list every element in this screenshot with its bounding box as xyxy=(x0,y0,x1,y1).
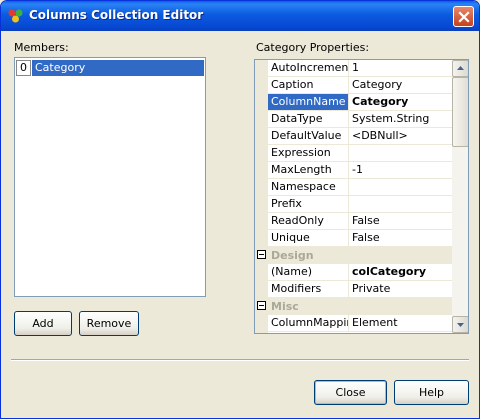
property-row-defaultvalue[interactable]: DefaultValue <DBNull> xyxy=(255,128,452,145)
property-row-datatype[interactable]: DataType System.String xyxy=(255,111,452,128)
columns-collection-editor-dialog: Columns Collection Editor Members: 0 Cat… xyxy=(0,0,480,419)
property-grid[interactable]: AutoIncrement 1 Caption Category ColumnN… xyxy=(254,59,469,334)
category-label: Misc xyxy=(271,300,299,313)
add-button[interactable]: Add xyxy=(14,311,72,336)
category-label: Design xyxy=(271,249,314,262)
scroll-thumb[interactable] xyxy=(452,77,468,147)
member-index: 0 xyxy=(16,60,31,76)
property-value[interactable]: Category xyxy=(349,94,452,111)
collapse-icon[interactable] xyxy=(257,250,266,259)
property-value[interactable]: Private xyxy=(349,281,452,298)
property-value[interactable]: -1 xyxy=(349,162,452,179)
property-value[interactable]: Element xyxy=(349,315,452,332)
property-name: Caption xyxy=(268,77,349,94)
property-value[interactable] xyxy=(349,179,452,196)
property-row-unique[interactable]: Unique False xyxy=(255,230,452,247)
scroll-down-button[interactable] xyxy=(452,316,468,333)
property-name: (Name) xyxy=(268,264,349,281)
property-value[interactable]: colCategory xyxy=(349,264,452,281)
property-name: DataType xyxy=(268,111,349,128)
arrow-down-icon xyxy=(457,323,464,327)
property-name: Namespace xyxy=(268,179,349,196)
property-value[interactable]: 1 xyxy=(349,60,452,77)
remove-button[interactable]: Remove xyxy=(79,311,139,336)
property-row-columnmapping[interactable]: ColumnMappin Element xyxy=(255,315,452,332)
arrow-up-icon xyxy=(457,66,464,70)
collapse-icon[interactable] xyxy=(257,301,266,310)
divider xyxy=(11,359,469,361)
property-grid-scrollbar[interactable] xyxy=(452,60,468,333)
members-list[interactable]: 0 Category xyxy=(14,57,206,297)
category-misc[interactable]: Misc xyxy=(255,298,452,315)
properties-label: Category Properties: xyxy=(256,41,370,54)
close-button[interactable]: Close xyxy=(314,380,387,405)
property-name: Prefix xyxy=(268,196,349,213)
property-value[interactable]: <DBNull> xyxy=(349,128,452,145)
property-value[interactable] xyxy=(349,196,452,213)
close-window-button[interactable] xyxy=(453,6,474,27)
property-row-namespace[interactable]: Namespace xyxy=(255,179,452,196)
property-row-maxlength[interactable]: MaxLength -1 xyxy=(255,162,452,179)
property-row-expression[interactable]: Expression xyxy=(255,145,452,162)
help-button[interactable]: Help xyxy=(394,380,469,405)
list-item[interactable]: 0 Category xyxy=(16,60,204,76)
dataset-app-icon xyxy=(7,8,25,24)
window-title: Columns Collection Editor xyxy=(29,8,204,22)
scroll-up-button[interactable] xyxy=(452,60,468,77)
property-name: Modifiers xyxy=(268,281,349,298)
close-icon xyxy=(458,11,470,23)
property-value[interactable]: False xyxy=(349,230,452,247)
property-value[interactable]: Category xyxy=(349,77,452,94)
property-name: AutoIncrement xyxy=(268,60,349,77)
category-design[interactable]: Design xyxy=(255,247,452,264)
property-row-prefix[interactable]: Prefix xyxy=(255,196,452,213)
member-name: Category xyxy=(32,60,204,76)
property-name: ColumnMappin xyxy=(268,315,349,332)
property-row-readonly[interactable]: ReadOnly False xyxy=(255,213,452,230)
property-row-name[interactable]: (Name) colCategory xyxy=(255,264,452,281)
property-name: ReadOnly xyxy=(268,213,349,230)
members-label: Members: xyxy=(14,41,69,54)
property-name: DefaultValue xyxy=(268,128,349,145)
property-row-columnname[interactable]: ColumnName Category xyxy=(255,94,452,111)
property-value[interactable]: System.String xyxy=(349,111,452,128)
property-row-caption[interactable]: Caption Category xyxy=(255,77,452,94)
property-name: ColumnName xyxy=(268,94,349,111)
property-value[interactable]: False xyxy=(349,213,452,230)
property-row-autoincrement[interactable]: AutoIncrement 1 xyxy=(255,60,452,77)
property-name: MaxLength xyxy=(268,162,349,179)
property-name: Unique xyxy=(268,230,349,247)
property-value[interactable] xyxy=(349,145,452,162)
title-bar[interactable]: Columns Collection Editor xyxy=(1,1,479,31)
property-row-modifiers[interactable]: Modifiers Private xyxy=(255,281,452,298)
property-name: Expression xyxy=(268,145,349,162)
